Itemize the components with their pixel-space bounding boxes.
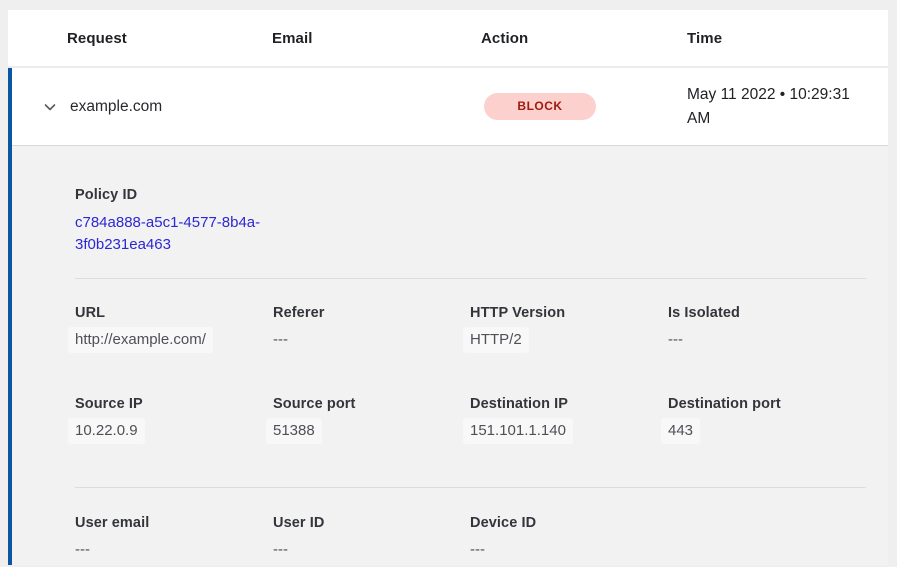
field-value: 10.22.0.9: [68, 418, 145, 444]
field-value: ---: [668, 331, 683, 348]
field-value: http://example.com/: [68, 327, 213, 353]
field-empty: [668, 515, 866, 560]
row-action-cell: BLOCK: [481, 93, 687, 120]
table-header-row: Request Email Action Time: [8, 10, 888, 68]
field-label: Destination IP: [470, 396, 668, 412]
table-row[interactable]: example.com BLOCK May 11 2022 • 10:29:31…: [12, 68, 888, 146]
policy-id-link[interactable]: c784a888-a5c1-4577-8b4a-3f0b231ea463: [75, 212, 271, 255]
field-url: URL http://example.com/: [75, 305, 273, 350]
policy-id-label: Policy ID: [75, 187, 866, 203]
row-expand-toggle[interactable]: [12, 99, 70, 115]
field-source-port: Source port 51388: [273, 396, 470, 441]
field-value: HTTP/2: [463, 327, 529, 353]
field-value: ---: [470, 541, 485, 558]
field-label: User email: [75, 515, 273, 531]
user-fields-grid: User email --- User ID --- Device ID ---: [12, 488, 888, 567]
field-referer: Referer ---: [273, 305, 470, 350]
column-header-email: Email: [272, 30, 481, 47]
field-value: ---: [75, 541, 90, 558]
field-label: Source IP: [75, 396, 273, 412]
field-user-email: User email ---: [75, 515, 273, 560]
field-value: 151.101.1.140: [463, 418, 573, 444]
expanded-row-group: example.com BLOCK May 11 2022 • 10:29:31…: [8, 68, 888, 565]
status-badge-block: BLOCK: [484, 93, 596, 120]
field-label: Source port: [273, 396, 470, 412]
field-device-id: Device ID ---: [470, 515, 668, 560]
chevron-down-icon: [42, 99, 58, 115]
field-user-id: User ID ---: [273, 515, 470, 560]
column-header-request: Request: [67, 30, 272, 47]
column-header-time: Time: [687, 30, 888, 47]
policy-section: Policy ID c784a888-a5c1-4577-8b4a-3f0b23…: [12, 187, 888, 278]
request-fields-grid: URL http://example.com/ Referer --- HTTP…: [12, 279, 888, 487]
row-detail-panel: Policy ID c784a888-a5c1-4577-8b4a-3f0b23…: [12, 146, 888, 565]
field-value: ---: [273, 331, 288, 348]
field-destination-port: Destination port 443: [668, 396, 866, 441]
field-value: 443: [661, 418, 700, 444]
field-value: 51388: [266, 418, 322, 444]
field-is-isolated: Is Isolated ---: [668, 305, 866, 350]
field-source-ip: Source IP 10.22.0.9: [75, 396, 273, 441]
field-value: ---: [273, 541, 288, 558]
field-label: Device ID: [470, 515, 668, 531]
field-label: Is Isolated: [668, 305, 866, 321]
log-table-card: Request Email Action Time example.com BL…: [8, 10, 888, 565]
field-label: URL: [75, 305, 273, 321]
column-header-action: Action: [481, 30, 687, 47]
row-time: May 11 2022 • 10:29:31 AM: [687, 83, 865, 131]
field-label: Destination port: [668, 396, 866, 412]
field-label: Referer: [273, 305, 470, 321]
row-request-domain: example.com: [70, 98, 272, 116]
field-destination-ip: Destination IP 151.101.1.140: [470, 396, 668, 441]
field-label: HTTP Version: [470, 305, 668, 321]
field-http-version: HTTP Version HTTP/2: [470, 305, 668, 350]
field-label: User ID: [273, 515, 470, 531]
